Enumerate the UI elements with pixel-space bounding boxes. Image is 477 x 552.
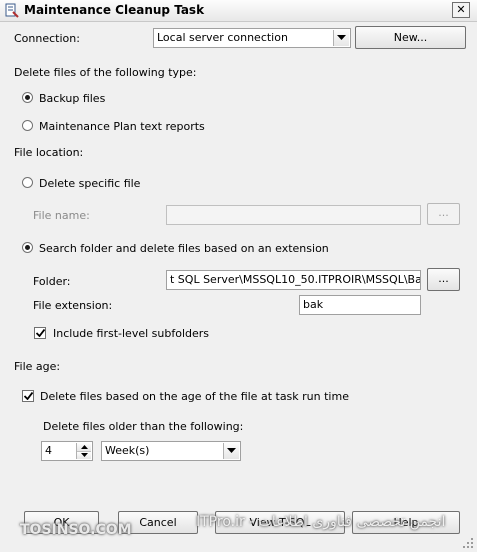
view-tsql-button[interactable]: View T-SQL <box>215 511 345 534</box>
file-name-label: File name: <box>33 209 90 222</box>
older-than-label: Delete files older than the following: <box>43 420 244 433</box>
file-age-heading: File age: <box>14 360 61 373</box>
search-folder-label: Search folder and delete files based on … <box>39 242 329 255</box>
close-icon: ✕ <box>456 3 466 16</box>
connection-combobox[interactable]: Local server connection <box>153 28 351 48</box>
delete-by-age-label: Delete files based on the age of the fil… <box>40 390 349 403</box>
window-title: Maintenance Cleanup Task <box>24 3 205 17</box>
folder-label: Folder: <box>33 275 71 288</box>
backup-files-label: Backup files <box>39 92 106 105</box>
checkmark-icon <box>35 329 45 337</box>
delete-specific-file-radio[interactable] <box>22 177 33 188</box>
close-button[interactable]: ✕ <box>452 2 470 18</box>
checkmark-icon <box>23 392 33 400</box>
folder-input[interactable]: t SQL Server\MSSQL10_50.ITPROIR\MSSQL\Ba… <box>166 270 421 290</box>
file-type-heading: Delete files of the following type: <box>14 66 197 79</box>
connection-label: Connection: <box>14 32 80 45</box>
file-name-input[interactable] <box>166 205 421 225</box>
age-amount-value: 4 <box>45 444 52 457</box>
new-connection-button[interactable]: New... <box>355 26 466 49</box>
help-button[interactable]: Help <box>352 511 460 534</box>
ok-button[interactable]: OK <box>24 511 99 534</box>
cancel-button[interactable]: Cancel <box>118 511 198 534</box>
task-icon <box>5 3 19 18</box>
age-unit-combobox[interactable]: Week(s) <box>101 441 241 461</box>
spin-up-icon[interactable] <box>77 443 91 452</box>
backup-files-radio[interactable] <box>22 92 33 103</box>
maintenance-reports-label: Maintenance Plan text reports <box>39 120 205 133</box>
resize-grip-icon[interactable] <box>462 537 474 549</box>
include-subfolders-label: Include first-level subfolders <box>53 327 210 340</box>
maintenance-reports-radio[interactable] <box>22 120 33 131</box>
search-folder-radio[interactable] <box>22 242 33 253</box>
delete-by-age-checkbox[interactable] <box>22 390 34 402</box>
file-name-browse-button[interactable]: ... <box>427 203 460 225</box>
age-unit-value: Week(s) <box>105 444 150 457</box>
include-subfolders-checkbox[interactable] <box>34 327 46 339</box>
chevron-down-icon[interactable] <box>333 30 349 46</box>
spin-down-icon[interactable] <box>77 451 91 459</box>
age-amount-spinner[interactable]: 4 <box>41 441 93 461</box>
delete-specific-file-label: Delete specific file <box>39 177 141 190</box>
connection-value: Local server connection <box>157 31 288 44</box>
folder-browse-button[interactable]: ... <box>427 268 460 291</box>
file-extension-label: File extension: <box>33 299 113 312</box>
file-location-heading: File location: <box>14 146 84 159</box>
file-extension-input[interactable]: bak <box>299 295 421 315</box>
chevron-down-icon[interactable] <box>223 443 239 459</box>
